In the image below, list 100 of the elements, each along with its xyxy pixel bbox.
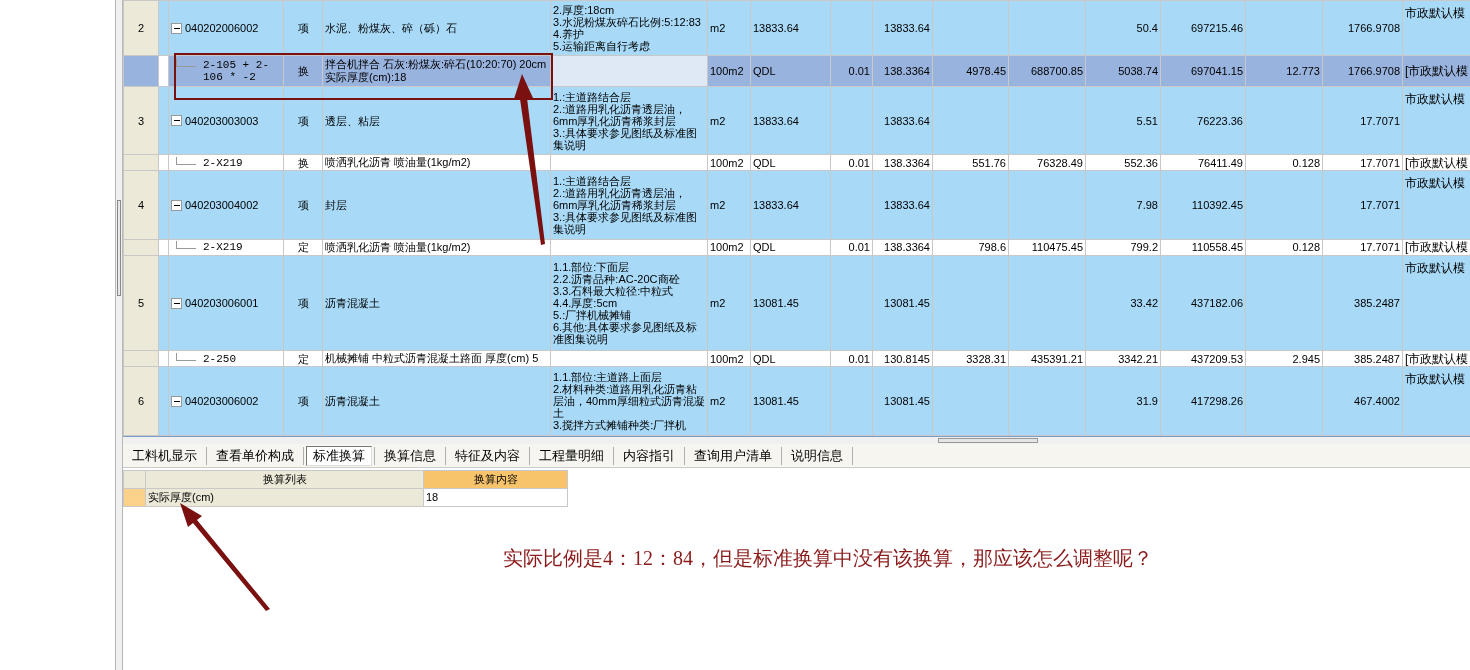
table-cell: 项 (283, 255, 323, 351)
table-cell: 417298.26 (1160, 366, 1246, 436)
table-cell: 040203003003 (168, 86, 284, 155)
collapse-toggle[interactable] (171, 115, 182, 126)
table-cell: 2-X219 (168, 239, 284, 256)
table-cell: 110392.45 (1160, 170, 1246, 240)
table-cell: 697215.46 (1160, 0, 1246, 56)
table-cell: 551.76 (932, 154, 1009, 171)
table-cell: 1.:主道路结合层 2.:道路用乳化沥青透层油，6mm厚乳化沥青稀浆封层 3.:具体要求参见图纸及标准图集说明 (550, 86, 708, 155)
table-cell: 0.128 (1245, 239, 1323, 256)
table-cell: 1.1.部位:下面层 2.2.沥青品种:AC-20C商砼 3.3.石料最大粒径:中粒式 4.4.厚度:5cm 5.:厂拌机械摊铺 6.其他:具体要求参见图纸及标准图集说明 (550, 255, 708, 351)
table-cell: 2-X219 (168, 154, 284, 171)
tab[interactable]: 特征及内容 (448, 445, 527, 466)
table-cell: 100m2 (707, 239, 751, 256)
table-cell: 040203004002 (168, 170, 284, 240)
table-cell (830, 366, 873, 436)
table-cell: [市政默认模 (1402, 154, 1470, 171)
table-cell (830, 86, 873, 155)
table-cell: 17.7071 (1322, 239, 1403, 256)
table-cell: 12.773 (1245, 55, 1323, 87)
table-cell: m2 (707, 366, 751, 436)
table-cell: 市政默认模 (1402, 0, 1470, 56)
table-cell: m2 (707, 255, 751, 351)
collapse-toggle[interactable] (171, 395, 182, 407)
table-cell: 435391.21 (1008, 350, 1086, 367)
table-cell: 0.128 (1245, 154, 1323, 171)
table-cell: 385.2487 (1322, 350, 1403, 367)
table-cell: 040203006002 (168, 366, 284, 436)
column-header: 换算列表 (145, 470, 424, 489)
table-cell: 换 (283, 154, 323, 171)
table-cell: 6 (123, 366, 159, 436)
tree-line (176, 352, 196, 361)
table-cell: m2 (707, 0, 751, 56)
table-cell: 项 (283, 0, 323, 56)
table-cell: 13833.64 (750, 86, 831, 155)
table-cell: 水泥、粉煤灰、碎（砾）石 (322, 0, 551, 56)
table-cell: 0.01 (830, 55, 873, 87)
table-cell: QDL (750, 239, 831, 256)
tab[interactable]: 标准换算 (306, 445, 372, 466)
table-cell: 13081.45 (872, 366, 933, 436)
table-cell: [市政默认模 (1402, 239, 1470, 256)
table-cell: 2.厚度:18cm 3.水泥粉煤灰碎石比例:5:12:83 4.养护 5.运输距离自行考虑 (550, 0, 708, 56)
table-cell: 1.1.部位:主道路上面层 2.材料种类:道路用乳化沥青粘层油，40mm厚细粒式沥青混凝土 3.搅拌方式摊铺种类:厂拌机 (550, 366, 708, 436)
table-cell: 2-105 + 2-106 * -2 (168, 55, 284, 87)
table-cell: 33.42 (1085, 255, 1161, 351)
table-cell: QDL (750, 55, 831, 87)
table-cell: 3 (123, 86, 159, 155)
collapse-toggle[interactable] (171, 297, 182, 309)
table-cell: 项 (283, 86, 323, 155)
table-cell: 697041.15 (1160, 55, 1246, 87)
table-cell: 100m2 (707, 154, 751, 171)
table-cell: 437209.53 (1160, 350, 1246, 367)
table-cell: 798.6 (932, 239, 1009, 256)
tree-line (176, 58, 196, 67)
table-cell: 13833.64 (872, 170, 933, 240)
tab[interactable]: 换算信息 (377, 445, 443, 466)
table-cell: 76328.49 (1008, 154, 1086, 171)
table-cell: 13833.64 (750, 0, 831, 56)
tab[interactable]: 查看单价构成 (209, 445, 301, 466)
table-cell: 31.9 (1085, 366, 1161, 436)
table-cell: 110558.45 (1160, 239, 1246, 256)
table-cell: 100m2 (707, 350, 751, 367)
scrollbar-thumb[interactable] (938, 438, 1038, 443)
table-cell: 040203006001 (168, 255, 284, 351)
collapse-toggle[interactable] (171, 22, 182, 34)
table-cell: 100m2 (707, 55, 751, 87)
table-cell (830, 170, 873, 240)
splitter-handle[interactable] (117, 200, 121, 296)
tab[interactable]: 查询用户清单 (687, 445, 779, 466)
table-cell (830, 0, 873, 56)
table-cell: 沥青混凝土 (322, 255, 551, 351)
table-cell: 13081.45 (750, 255, 831, 351)
table-cell: 76411.49 (1160, 154, 1246, 171)
annotation-text: 实际比例是4：12：84，但是标准换算中没有该换算，那应该怎么调整呢？ (503, 546, 1154, 571)
table-cell: 385.2487 (1322, 255, 1403, 351)
table-cell: 1766.9708 (1322, 0, 1403, 56)
table-cell: 688700.85 (1008, 55, 1086, 87)
table-cell: 定 (283, 350, 323, 367)
table-cell: 552.36 (1085, 154, 1161, 171)
table-cell: 467.4002 (1322, 366, 1403, 436)
table-cell: m2 (707, 86, 751, 155)
table-cell: 437182.06 (1160, 255, 1246, 351)
table-cell: 2-250 (168, 350, 284, 367)
tab[interactable]: 说明信息 (784, 445, 850, 466)
tab[interactable]: 内容指引 (616, 445, 682, 466)
table-cell: 17.7071 (1322, 86, 1403, 155)
table-cell: [市政默认模 (1402, 350, 1470, 367)
column-header: 换算内容 (423, 470, 568, 489)
tab[interactable]: 工程量明细 (532, 445, 611, 466)
collapse-toggle[interactable] (171, 199, 182, 211)
table-cell: 0.01 (830, 154, 873, 171)
table-cell: 13081.45 (872, 255, 933, 351)
table-cell: 2.945 (1245, 350, 1323, 367)
tab[interactable]: 工料机显示 (125, 445, 204, 466)
table-cell: 项 (283, 366, 323, 436)
table-cell: 13833.64 (750, 170, 831, 240)
tree-line (176, 156, 196, 165)
table-cell: 5.51 (1085, 86, 1161, 155)
table-cell: 换 (283, 55, 323, 87)
table-cell: 138.3364 (872, 55, 933, 87)
